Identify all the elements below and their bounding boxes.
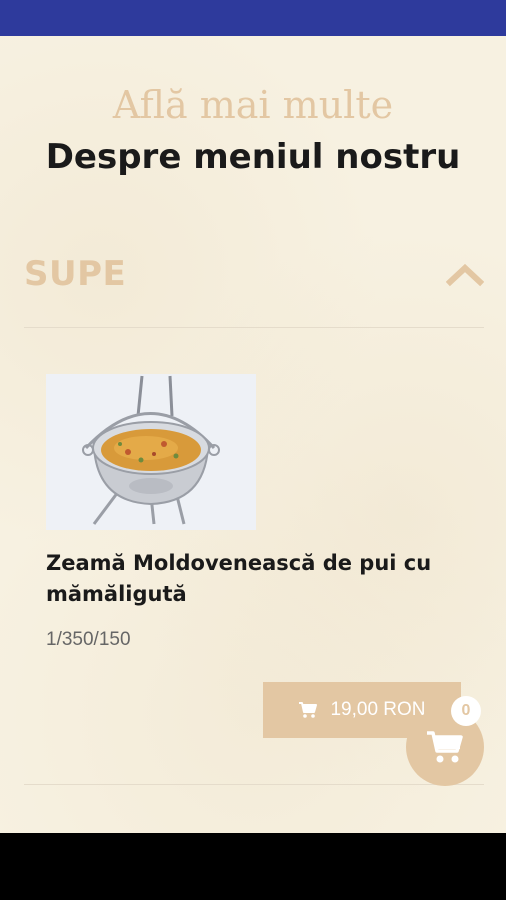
navigation-bar: [0, 833, 506, 900]
product-portion: 1/350/150: [46, 629, 131, 650]
chevron-up-icon[interactable]: [446, 260, 484, 288]
page-title: Despre meniul nostru: [45, 137, 461, 177]
section-header-supe[interactable]: SUPE: [24, 252, 486, 296]
section-title: SUPE: [24, 254, 127, 294]
product-name: Zeamă Moldovenească de pui cu mămăligută: [46, 551, 432, 606]
section-divider-bottom: [24, 784, 484, 785]
section-divider-top: [24, 327, 484, 328]
page-subtitle: Află mai multe: [112, 83, 394, 127]
status-bar: [0, 0, 506, 36]
cart-icon: [427, 731, 463, 763]
cart-count-badge: 0: [451, 696, 481, 726]
product-image: [46, 374, 256, 530]
cart-icon: [299, 702, 318, 718]
price-label: 19,00 RON: [330, 699, 426, 720]
